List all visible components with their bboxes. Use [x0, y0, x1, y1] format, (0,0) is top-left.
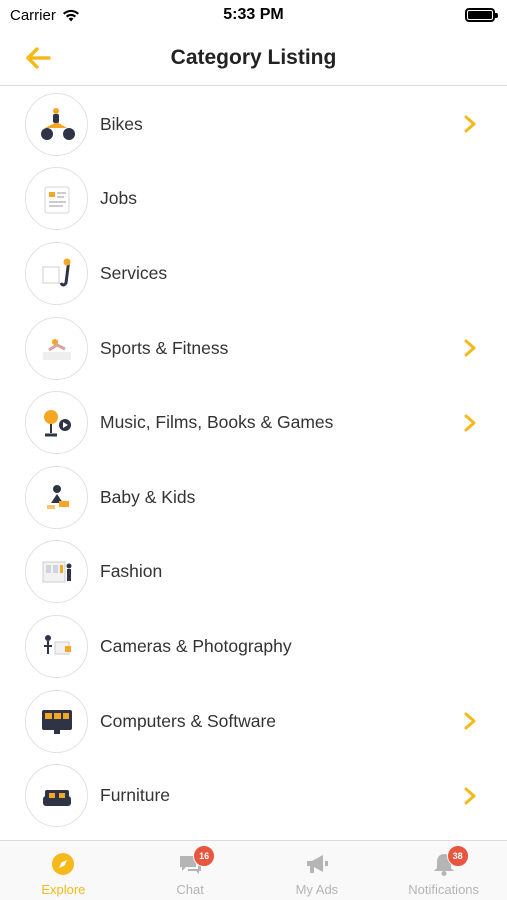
tab-notifications[interactable]: 38 Notifications	[380, 841, 507, 900]
category-item-sports-fitness[interactable]: Sports & Fitness	[0, 311, 507, 386]
category-item-fashion[interactable]: Fashion	[0, 535, 507, 610]
category-item-services[interactable]: Services	[0, 236, 507, 311]
baby-illustration-icon	[25, 465, 88, 529]
furniture-illustration-icon	[25, 764, 88, 828]
category-label: Bikes	[100, 113, 143, 134]
notification-badge: 16	[193, 845, 216, 867]
arrow-left-icon	[26, 47, 51, 69]
battery-icon	[465, 8, 498, 22]
chevron-right-icon[interactable]	[463, 711, 477, 731]
tab-bar: Explore 16 Chat My Ads 38 Notifications	[0, 840, 507, 900]
services-illustration-icon	[25, 241, 88, 305]
category-list[interactable]: Bikes Jobs Services Sports & Fitness Music, …	[0, 87, 507, 840]
status-bar: Carrier 5:33 PM	[0, 0, 507, 30]
back-button[interactable]	[22, 42, 54, 74]
category-item-bikes[interactable]: Bikes	[0, 87, 507, 162]
chevron-right-icon[interactable]	[463, 786, 477, 806]
bell-icon: 38	[431, 845, 469, 877]
category-label: Fashion	[100, 561, 163, 582]
chat-icon: 16	[177, 845, 216, 877]
sports-illustration-icon	[25, 316, 88, 380]
wifi-icon	[62, 9, 79, 21]
notification-badge: 38	[446, 845, 469, 867]
megaphone-icon	[304, 851, 330, 877]
tab-my-ads[interactable]: My Ads	[254, 841, 381, 900]
tab-label: My Ads	[295, 882, 339, 897]
category-label: Furniture	[100, 785, 171, 806]
category-label: Music, Films, Books & Games	[100, 412, 334, 433]
chevron-right-icon[interactable]	[463, 338, 477, 358]
camera-illustration-icon	[25, 614, 88, 678]
chevron-right-icon[interactable]	[463, 114, 477, 134]
category-label: Computers & Software	[100, 710, 277, 731]
compass-icon	[50, 851, 76, 877]
category-item-jobs[interactable]: Jobs	[0, 162, 507, 237]
category-item-computers-software[interactable]: Computers & Software	[0, 684, 507, 759]
fashion-illustration-icon	[25, 540, 88, 604]
tab-chat[interactable]: 16 Chat	[127, 841, 254, 900]
category-label: Cameras & Photography	[100, 635, 292, 656]
category-label: Baby & Kids	[100, 486, 196, 507]
page-title: Category Listing	[170, 45, 337, 69]
screen: Carrier 5:33 PM Category Listing Bikes Jo…	[0, 0, 507, 900]
chevron-right-icon[interactable]	[463, 413, 477, 433]
category-item-music-films-books-games[interactable]: Music, Films, Books & Games	[0, 385, 507, 460]
computer-illustration-icon	[25, 689, 88, 753]
category-item-furniture[interactable]: Furniture	[0, 758, 507, 833]
bike-illustration-icon	[25, 92, 88, 156]
category-item-baby-kids[interactable]: Baby & Kids	[0, 460, 507, 535]
header: Category Listing	[0, 30, 507, 86]
jobs-illustration-icon	[25, 167, 88, 231]
tab-label: Notifications	[408, 882, 480, 897]
category-item-cameras-photography[interactable]: Cameras & Photography	[0, 609, 507, 684]
music-illustration-icon	[25, 391, 88, 455]
category-label: Services	[100, 262, 168, 283]
category-label: Jobs	[100, 188, 137, 209]
tab-explore[interactable]: Explore	[0, 841, 127, 900]
tab-label: Chat	[176, 882, 204, 897]
carrier-label: Carrier	[10, 6, 56, 24]
tab-label: Explore	[41, 882, 86, 897]
status-left: Carrier	[10, 7, 80, 24]
category-label: Sports & Fitness	[100, 337, 229, 358]
